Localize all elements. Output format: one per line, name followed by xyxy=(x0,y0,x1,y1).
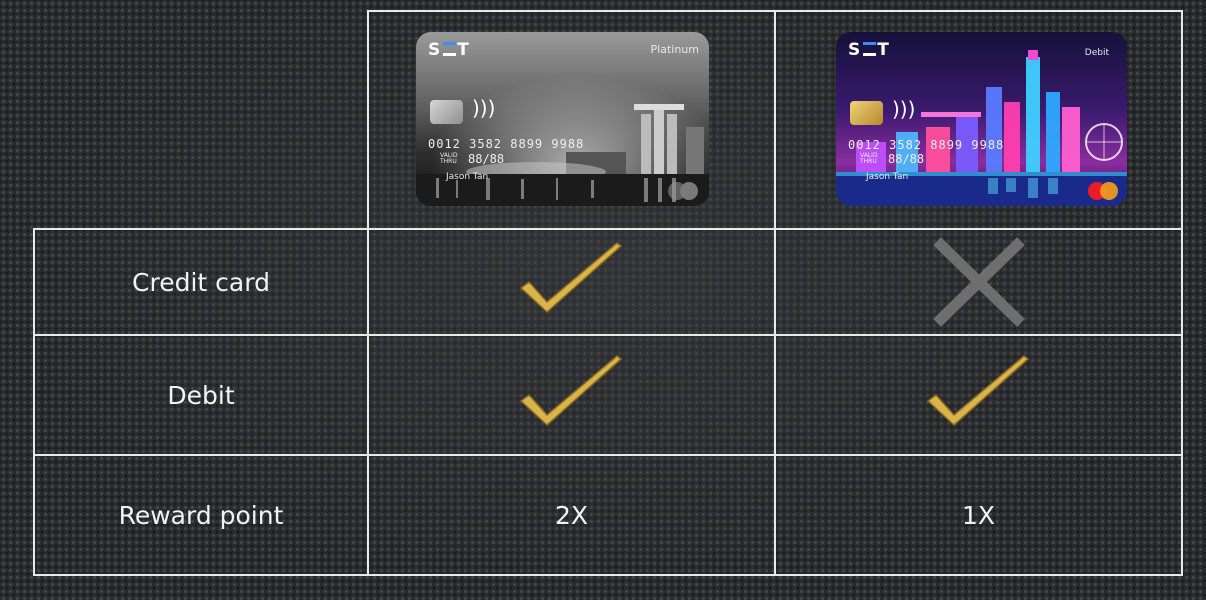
reward-debit-value: 1X xyxy=(961,500,996,530)
reward-platinum-value: 2X xyxy=(554,500,589,530)
chip-icon xyxy=(430,100,463,124)
debit-card-image: ST Debit ))) 0012 3582 8899 9988 VALID T… xyxy=(836,32,1127,206)
card-expiry: 88/88 xyxy=(468,152,505,166)
cross-icon xyxy=(932,237,1025,327)
debit-platinum-cell xyxy=(369,336,774,454)
row-label-reward-point: Reward point xyxy=(118,500,284,530)
chip-icon xyxy=(850,101,883,125)
card-expiry: 88/88 xyxy=(888,152,925,166)
card-number: 0012 3582 8899 9988 xyxy=(848,138,1005,152)
credit-card-platinum-cell xyxy=(369,230,774,334)
row-label-credit-card: Credit card xyxy=(132,267,270,297)
grid-line-bottom xyxy=(33,574,1183,576)
card-tier-label: Debit xyxy=(1084,48,1109,58)
card-number: 0012 3582 8899 9988 xyxy=(428,137,585,151)
contactless-icon: ))) xyxy=(472,96,496,120)
valid-thru-label: VALID THRU xyxy=(860,152,878,165)
credit-card-debit-cell xyxy=(776,230,1181,334)
check-icon xyxy=(926,355,1029,427)
row-label-debit: Debit xyxy=(167,380,235,410)
platinum-card-image: ST Platinum ))) 0012 3582 8899 9988 VALI… xyxy=(416,32,709,206)
check-icon xyxy=(519,355,622,427)
valid-thru-label: VALID THRU xyxy=(440,152,458,165)
contactless-icon: ))) xyxy=(892,97,916,121)
card-holder-name: Jason Tan xyxy=(866,172,909,182)
mastercard-logo-icon xyxy=(1088,182,1118,200)
check-icon xyxy=(519,242,622,314)
card-brand-logo: ST xyxy=(848,40,891,60)
debit-debit-cell xyxy=(776,336,1181,454)
card-holder-name: Jason Tan xyxy=(446,172,489,182)
mastercard-logo-icon xyxy=(668,182,698,200)
card-brand-logo: ST xyxy=(428,40,471,60)
grid-line-right xyxy=(1181,10,1183,576)
card-tier-label: Platinum xyxy=(650,43,699,56)
